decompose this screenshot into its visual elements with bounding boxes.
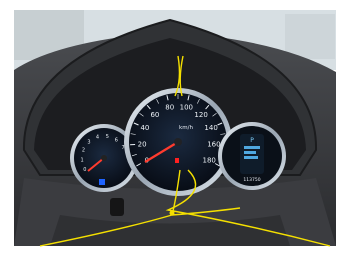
speedometer-tick-label: 60 <box>150 111 159 119</box>
lcd-bar <box>244 156 258 159</box>
tachometer-tick-label: 2 <box>82 148 85 154</box>
tachometer-tick-label: 4 <box>96 135 99 141</box>
trip-reset-knob <box>110 198 124 216</box>
warning-light-red <box>175 158 179 163</box>
speedometer-tick-label: 100 <box>180 103 193 111</box>
outside-scenery-right <box>285 14 335 59</box>
speedometer-tick-label: 140 <box>204 124 217 132</box>
wire-connector <box>169 210 175 216</box>
dashboard-photo: 01234567 020406080100120140160180 km/h P… <box>0 0 341 254</box>
info-display: P 113750 <box>218 122 286 190</box>
tachometer-hub <box>101 155 107 161</box>
gear-indicator: P <box>250 137 254 144</box>
tachometer-tick-label: 0 <box>83 167 86 173</box>
speedometer-tick-label: 180 <box>203 156 216 164</box>
speedometer-tick-label: 40 <box>140 124 149 132</box>
speedometer-tick-label: 120 <box>194 111 207 119</box>
tachometer-tick-label: 5 <box>106 134 109 140</box>
speedometer-tick-label: 20 <box>138 141 147 149</box>
tachometer-tick-label: 1 <box>81 157 84 163</box>
odometer-readout: 113750 <box>243 177 260 183</box>
speedometer-hub <box>174 138 182 146</box>
lcd-bar <box>244 146 260 149</box>
tachometer-tick-label: 3 <box>87 140 90 146</box>
speedometer-tick-label: 160 <box>207 141 220 149</box>
speedometer-tick-label: 80 <box>165 103 174 111</box>
lcd-bar <box>244 151 256 154</box>
warning-light-blue <box>99 179 105 185</box>
speed-unit-label: km/h <box>179 125 193 131</box>
tachometer-tick-label: 6 <box>115 138 118 144</box>
